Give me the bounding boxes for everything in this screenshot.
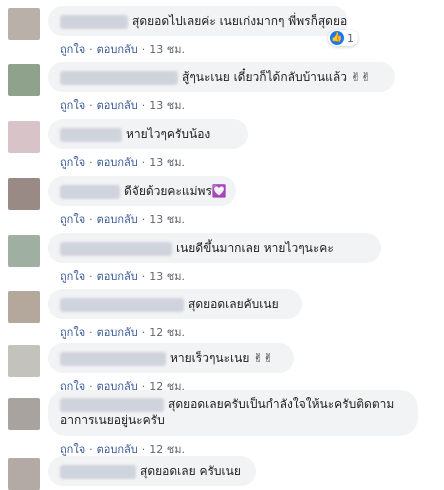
like-link[interactable]: ถูกใจ — [60, 326, 85, 339]
timestamp[interactable]: 12 ชม. — [149, 326, 185, 339]
reply-link[interactable]: ตอบกลับ — [97, 326, 138, 339]
like-link[interactable]: ถูกใจ — [60, 213, 85, 226]
avatar[interactable] — [8, 458, 40, 490]
comment-bubble: หายเร็วๆนะเนย ✌✌ — [48, 343, 294, 373]
comment-text: สู้ๆนะเนย เดี๋ยวก็ได้กลับบ้านแล้ว — [182, 70, 347, 84]
comment-bubble: สุดยอดเลย ครับเนย — [48, 456, 256, 486]
comment-text: หายเร็วๆนะเนย — [170, 351, 250, 365]
comment-text: สุดยอดไปเลยค่ะ เนยเก่งมากๆ พี่พรก็สุดยอด — [132, 14, 348, 28]
like-icon: 👍 — [330, 31, 344, 45]
like-link[interactable]: ถูกใจ — [60, 443, 85, 456]
reply-link[interactable]: ตอบกลับ — [97, 443, 138, 456]
avatar[interactable] — [8, 8, 40, 40]
comment-bubble: สุดยอดไปเลยค่ะ เนยเก่งมากๆ พี่พรก็สุดยอด — [48, 6, 348, 36]
like-link[interactable]: ถูกใจ — [60, 99, 85, 112]
comment-bubble: สุดยอดเลยครับเป็นกำลังใจให้นะครับติดตามอ… — [48, 390, 418, 436]
timestamp[interactable]: 13 ชม. — [149, 99, 185, 112]
author-name[interactable] — [60, 127, 122, 142]
timestamp[interactable]: 12 ชม. — [149, 443, 185, 456]
comment-text: ดีจัยด้วยคะแม่พร — [124, 184, 212, 198]
comment-text: เนยดีขึ้นมากเลย หายไวๆนะคะ — [176, 241, 334, 255]
heart-decoration-icon: 💟 — [211, 184, 227, 198]
timestamp[interactable]: 13 ชม. — [149, 270, 185, 283]
author-name[interactable] — [60, 14, 128, 29]
avatar[interactable] — [8, 64, 40, 96]
timestamp[interactable]: 13 ชม. — [149, 43, 185, 56]
comment-text: หายไวๆครับน้อง — [126, 127, 211, 141]
reply-link[interactable]: ตอบกลับ — [97, 156, 138, 169]
like-link[interactable]: ถูกใจ — [60, 156, 85, 169]
comment-bubble: สู้ๆนะเนย เดี๋ยวก็ได้กลับบ้านแล้ว ✌✌ — [48, 62, 395, 92]
author-name[interactable] — [60, 184, 120, 199]
author-name[interactable] — [60, 464, 136, 479]
like-link[interactable]: ถูกใจ — [60, 270, 85, 283]
comment-actions: ถูกใจ · ตอบกลับ · 13 ชม. — [60, 43, 185, 56]
timestamp[interactable]: 13 ชม. — [149, 213, 185, 226]
comment-actions: ถูกใจ · ตอบกลับ · 13 ชม. — [60, 213, 185, 226]
comment-actions: ถูกใจ · ตอบกลับ · 13 ชม. — [60, 156, 185, 169]
reply-link[interactable]: ตอบกลับ — [97, 99, 138, 112]
comment-bubble: ดีจัยด้วยคะแม่พร💟 — [48, 176, 236, 206]
author-name[interactable] — [60, 397, 164, 412]
like-link[interactable]: ถูกใจ — [60, 43, 85, 56]
reply-link[interactable]: ตอบกลับ — [97, 213, 138, 226]
avatar[interactable] — [8, 345, 40, 377]
author-name[interactable] — [60, 70, 178, 85]
comment-actions: ถูกใจ · ตอบกลับ · 13 ชม. — [60, 99, 185, 112]
comment-text: สุดยอดเลย ครับเนย — [140, 464, 241, 478]
comment-actions: ถูกใจ · ตอบกลับ · 13 ชม. — [60, 270, 185, 283]
victory-hand-icon: ✌✌ — [350, 70, 371, 84]
author-name[interactable] — [60, 297, 184, 312]
comment-text: สุดยอดเลยคับเนย — [188, 297, 279, 311]
author-name[interactable] — [60, 351, 166, 366]
avatar[interactable] — [8, 178, 40, 210]
reply-link[interactable]: ตอบกลับ — [97, 270, 138, 283]
comment-bubble: หายไวๆครับน้อง — [48, 119, 248, 149]
reply-link[interactable]: ตอบกลับ — [97, 43, 138, 56]
comment-bubble: สุดยอดเลยคับเนย — [48, 289, 302, 319]
avatar[interactable] — [8, 398, 40, 430]
author-name[interactable] — [60, 241, 172, 256]
avatar[interactable] — [8, 291, 40, 323]
comment-actions: ถูกใจ · ตอบกลับ · 12 ชม. — [60, 326, 185, 339]
reaction-count: 1 — [347, 31, 354, 45]
comment-bubble: เนยดีขึ้นมากเลย หายไวๆนะคะ — [48, 233, 381, 263]
victory-hand-icon: ✌✌ — [253, 351, 274, 365]
reaction-badge[interactable]: 👍 1 — [328, 30, 358, 46]
avatar[interactable] — [8, 121, 40, 153]
timestamp[interactable]: 13 ชม. — [149, 156, 185, 169]
avatar[interactable] — [8, 235, 40, 267]
